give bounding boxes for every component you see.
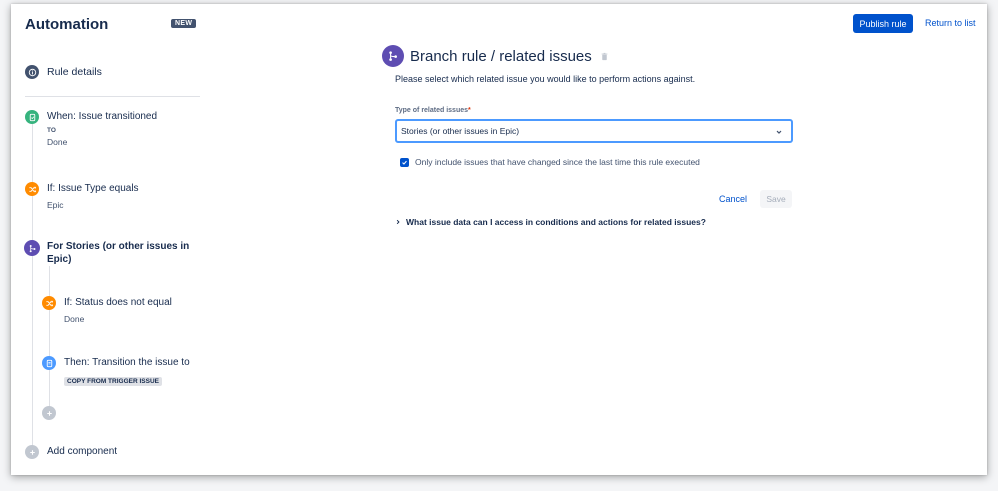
app-title: Automation <box>25 16 109 33</box>
related-issues-label: Type of related issues* <box>395 107 471 114</box>
copy-from-trigger-chip: COPY FROM TRIGGER ISSUE <box>64 377 162 386</box>
changed-since-option: Only include issues that have changed si… <box>400 157 700 167</box>
condition-icon <box>42 296 56 310</box>
cancel-button[interactable]: Cancel <box>719 194 747 204</box>
related-issues-selected-value: Stories (or other issues in Epic) <box>401 126 520 136</box>
return-to-list-link[interactable]: Return to list <box>925 18 976 28</box>
changed-since-label: Only include issues that have changed si… <box>415 157 700 167</box>
required-marker: * <box>468 107 471 114</box>
rule-sidebar: Automation NEW Rule details When: Issue … <box>11 4 206 475</box>
add-component-button[interactable]: Add component <box>25 445 117 459</box>
trash-icon[interactable] <box>600 52 609 61</box>
plus-icon <box>42 406 56 420</box>
sidebar-divider <box>25 96 200 97</box>
trigger-to-label: TO <box>47 127 56 134</box>
page-title: Branch rule / related issues <box>410 47 592 65</box>
related-issues-label-text: Type of related issues <box>395 107 469 114</box>
rule-details-item[interactable]: Rule details <box>25 65 102 79</box>
related-issues-faq[interactable]: What issue data can I access in conditio… <box>395 217 706 227</box>
condition-step[interactable]: If: Issue Type equals Epic <box>25 182 139 210</box>
trigger-icon <box>25 110 39 124</box>
save-button[interactable]: Save <box>760 190 792 208</box>
chevron-down-icon <box>776 130 782 134</box>
branch-condition-step[interactable]: If: Status does not equal Done <box>42 296 172 324</box>
plus-icon <box>25 445 39 459</box>
publish-rule-button[interactable]: Publish rule <box>853 14 913 33</box>
trigger-title: When: Issue transitioned <box>47 111 158 122</box>
trigger-value: Done <box>47 137 68 147</box>
add-branch-component-button[interactable] <box>42 406 56 420</box>
rule-details-label: Rule details <box>47 66 102 78</box>
faq-label: What issue data can I access in conditio… <box>406 217 706 227</box>
info-icon <box>25 65 39 79</box>
new-badge: NEW <box>171 19 197 28</box>
branch-step[interactable]: For Stories (or other issues in Epic) <box>24 240 194 266</box>
chevron-right-icon <box>396 219 400 225</box>
action-icon <box>42 356 56 370</box>
branch-condition-value: Done <box>64 314 85 324</box>
condition-value: Epic <box>47 200 64 210</box>
branch-action-step[interactable]: Then: Transition the issue to COPY FROM … <box>42 356 190 388</box>
page-description: Please select which related issue you wo… <box>395 74 696 84</box>
branch-title: For Stories (or other issues in Epic) <box>47 241 190 265</box>
automation-window: Automation NEW Rule details When: Issue … <box>11 4 987 475</box>
branch-icon <box>24 240 40 256</box>
branch-action-title: Then: Transition the issue to <box>64 357 190 368</box>
branch-condition-title: If: Status does not equal <box>64 297 172 308</box>
related-issues-select[interactable]: Stories (or other issues in Epic) <box>395 119 793 143</box>
trigger-step[interactable]: When: Issue transitioned TO Done <box>25 110 157 147</box>
branch-icon <box>382 45 404 67</box>
branch-header: Branch rule / related issues <box>382 45 609 67</box>
add-component-label: Add component <box>47 446 118 457</box>
branch-flow-line <box>49 266 50 416</box>
changed-since-checkbox[interactable] <box>400 157 409 167</box>
condition-title: If: Issue Type equals <box>47 183 139 194</box>
condition-icon <box>25 182 39 196</box>
flow-line <box>32 124 33 454</box>
